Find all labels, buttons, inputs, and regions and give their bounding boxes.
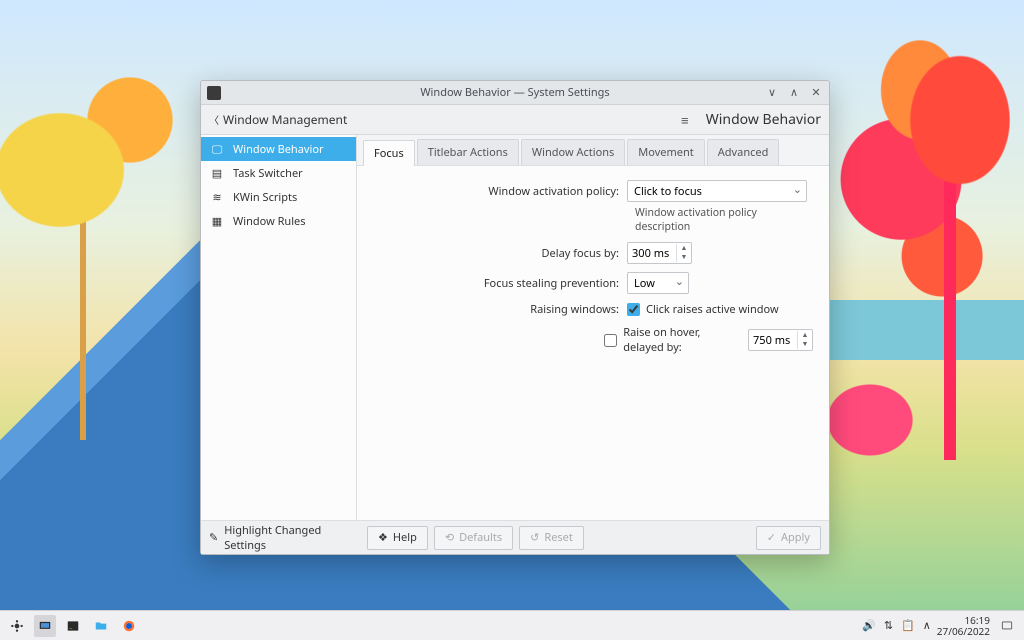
delay-focus-spinner[interactable]: ▲▼ (627, 242, 692, 264)
taskbar: _ 🔊 ⇅ 📋 ∧ 16:19 27/06/2022 (0, 610, 1024, 640)
apply-button[interactable]: ✓Apply (756, 526, 821, 550)
breadcrumb: Window Management (223, 111, 347, 128)
help-button[interactable]: ❖Help (367, 526, 428, 550)
window-footer: ✎ Highlight Changed Settings ❖Help ⟲Defa… (201, 520, 829, 554)
tab-bar: Focus Titlebar Actions Window Actions Mo… (357, 135, 829, 166)
tab-advanced[interactable]: Advanced (707, 139, 780, 165)
help-icon: ❖ (378, 530, 388, 545)
spin-down-icon[interactable]: ▼ (798, 340, 812, 349)
tab-titlebar-actions[interactable]: Titlebar Actions (417, 139, 519, 165)
tray-chevron-icon[interactable]: ∧ (923, 618, 931, 633)
raise-click-label: Click raises active window (646, 302, 779, 317)
taskbar-files-icon[interactable] (90, 615, 112, 637)
sidebar-item-label: Window Behavior (233, 142, 324, 157)
raise-click-checkbox[interactable] (627, 303, 640, 316)
defaults-button[interactable]: ⟲Defaults (434, 526, 513, 550)
taskbar-clock[interactable]: 16:19 27/06/2022 (937, 615, 990, 637)
activation-policy-select[interactable]: Click to focus (627, 180, 807, 202)
activation-policy-label: Window activation policy: (357, 184, 627, 199)
raise-hover-delay-spinner[interactable]: ▲▼ (748, 329, 813, 351)
delay-focus-label: Delay focus by: (357, 246, 627, 261)
raise-hover-checkbox[interactable] (604, 334, 617, 347)
pencil-icon: ✎ (209, 530, 218, 545)
tab-window-actions[interactable]: Window Actions (521, 139, 625, 165)
raise-hover-label: Raise on hover, delayed by: (623, 325, 742, 355)
focus-form: Window activation policy: Click to focus… (357, 166, 829, 520)
activation-policy-desc: Window activation policy description (635, 206, 813, 234)
sidebar-item-label: Window Rules (233, 214, 306, 229)
check-icon: ✓ (767, 530, 776, 545)
raising-windows-label: Raising windows: (357, 302, 627, 317)
show-desktop-icon[interactable] (996, 615, 1018, 637)
taskbar-terminal-icon[interactable]: _ (62, 615, 84, 637)
raise-hover-delay-input[interactable] (749, 333, 797, 348)
chevron-left-icon: 〈 (209, 112, 219, 127)
close-icon[interactable]: ✕ (807, 85, 825, 101)
spin-down-icon[interactable]: ▼ (677, 253, 691, 262)
sidebar-item-window-rules[interactable]: ▦ Window Rules (201, 209, 356, 233)
app-icon (207, 86, 221, 100)
sidebar-item-label: KWin Scripts (233, 190, 297, 205)
back-button[interactable]: 〈 Window Management (209, 111, 347, 128)
focus-steal-label: Focus stealing prevention: (357, 276, 627, 291)
sidebar: 🖵 Window Behavior ▤ Task Switcher ≋ KWin… (201, 135, 357, 520)
titlebar[interactable]: Window Behavior — System Settings ∨ ∧ ✕ (201, 81, 829, 105)
undo-icon: ⟲ (445, 530, 454, 545)
page-title: Window Behavior (706, 110, 821, 129)
delay-focus-input[interactable] (628, 246, 676, 261)
highlight-changed-toggle[interactable]: ✎ Highlight Changed Settings (209, 523, 359, 553)
volume-icon[interactable]: 🔊 (862, 618, 876, 633)
taskbar-firefox-icon[interactable] (118, 615, 140, 637)
reset-icon: ↺ (530, 530, 539, 545)
maximize-icon[interactable]: ∧ (785, 85, 803, 101)
taskbar-settings-icon[interactable] (34, 615, 56, 637)
header-row: 〈 Window Management ≡ Window Behavior (201, 105, 829, 135)
sidebar-item-label: Task Switcher (233, 166, 303, 181)
stack-icon: ▤ (209, 166, 225, 180)
clipboard-icon[interactable]: 📋 (901, 618, 915, 633)
window-title: Window Behavior — System Settings (420, 85, 609, 100)
hamburger-icon[interactable]: ≡ (676, 111, 694, 129)
network-icon[interactable]: ⇅ (884, 618, 893, 633)
app-launcher-icon[interactable] (6, 615, 28, 637)
focus-steal-select[interactable]: Low (627, 272, 689, 294)
spin-up-icon[interactable]: ▲ (677, 244, 691, 253)
rules-icon: ▦ (209, 214, 225, 228)
highlight-changed-label: Highlight Changed Settings (224, 523, 359, 553)
minimize-icon[interactable]: ∨ (763, 85, 781, 101)
sidebar-item-task-switcher[interactable]: ▤ Task Switcher (201, 161, 356, 185)
reset-button[interactable]: ↺Reset (519, 526, 584, 550)
clock-date: 27/06/2022 (937, 626, 990, 637)
tab-focus[interactable]: Focus (363, 140, 415, 166)
sidebar-item-kwin-scripts[interactable]: ≋ KWin Scripts (201, 185, 356, 209)
settings-window: Window Behavior — System Settings ∨ ∧ ✕ … (200, 80, 830, 555)
script-icon: ≋ (209, 190, 225, 204)
spin-up-icon[interactable]: ▲ (798, 331, 812, 340)
svg-text:_: _ (69, 621, 73, 629)
sidebar-item-window-behavior[interactable]: 🖵 Window Behavior (201, 137, 356, 161)
monitor-icon: 🖵 (209, 142, 225, 156)
tab-movement[interactable]: Movement (627, 139, 704, 165)
